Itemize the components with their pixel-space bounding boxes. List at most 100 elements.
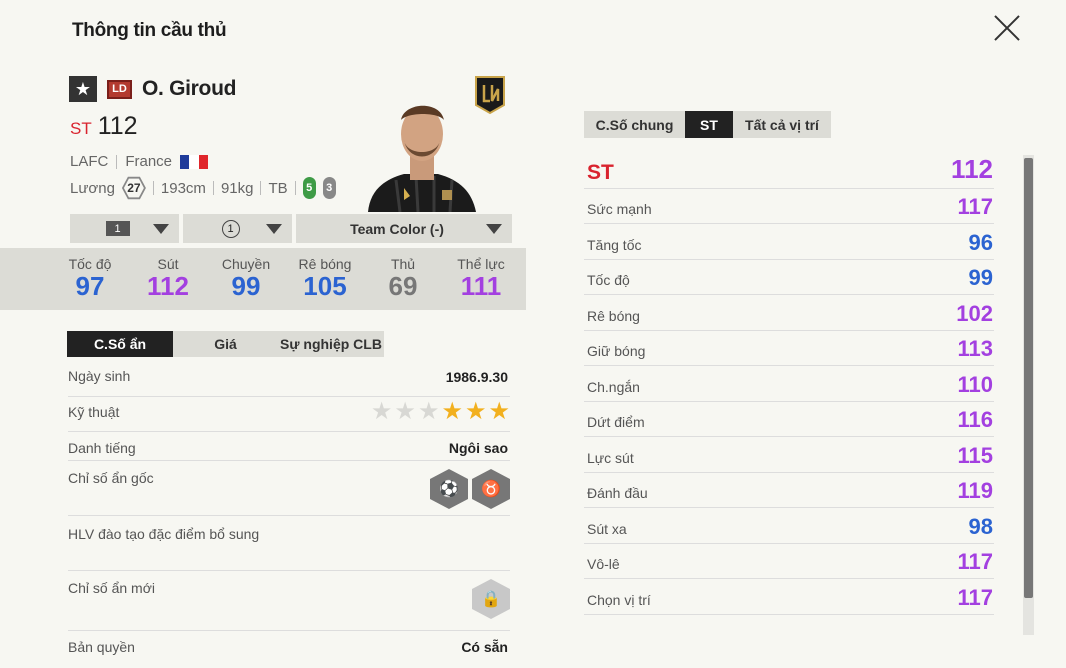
divider <box>116 154 118 169</box>
lock-icon[interactable]: 🔒 <box>472 579 510 619</box>
skill-label: Kỹ thuật <box>68 404 120 420</box>
stat-label: Sút <box>157 256 179 272</box>
attr-row: Đánh đầu 119 <box>584 473 994 508</box>
stat-physical: Thể lực 111 <box>436 256 526 300</box>
tab-price[interactable]: Giá <box>173 331 278 357</box>
salary-label: Lương <box>70 179 115 197</box>
attr-value: 117 <box>957 549 994 574</box>
player-ovr: 112 <box>97 112 138 140</box>
training-value: 1 <box>221 219 240 238</box>
tab-hidden-stats[interactable]: C.Số ẩn <box>67 331 173 357</box>
star-empty-icon: ★ <box>370 398 393 425</box>
attr-value: 115 <box>957 443 994 468</box>
player-name-row: ★ LD O. Giroud <box>69 76 236 102</box>
right-tab-bar: C.Số chung ST Tất cả vị trí <box>584 111 831 138</box>
stat-value: 112 <box>147 271 189 301</box>
tab-club-career[interactable]: Sự nghiệp CLB <box>278 331 384 357</box>
trait-bull-icon[interactable]: ♉ <box>472 469 510 509</box>
orig-traits-icons: ⚽ ♉ <box>430 469 510 509</box>
orig-traits-label: Chỉ số ẩn gốc <box>68 470 154 486</box>
dob-value: 1986.9.30 <box>445 369 508 385</box>
attr-row: Chọn vị trí 117 <box>584 579 994 615</box>
star-filled-icon: ★ <box>464 398 487 425</box>
stat-value: 97 <box>75 271 105 301</box>
attr-row: Tốc độ 99 <box>584 260 994 295</box>
weight: 91kg <box>220 179 254 197</box>
star-filled-icon: ★ <box>488 398 510 425</box>
stat-defending: Thủ 69 <box>358 256 448 300</box>
license-row: Bản quyền Có sẵn <box>68 631 510 665</box>
attr-value: 102 <box>956 301 993 326</box>
attr-label: Tốc độ <box>587 272 630 288</box>
orig-traits-row: Chỉ số ẩn gốc ⚽ ♉ <box>68 461 510 516</box>
season-badge: LD <box>107 79 132 99</box>
chevron-down-icon <box>153 223 169 234</box>
attr-value: 116 <box>957 407 994 432</box>
stat-dribbling: Rê bóng 105 <box>280 256 370 300</box>
license-value: Có sẵn <box>461 639 508 655</box>
attr-label: Vô-lê <box>587 556 620 572</box>
attr-row: Vô-lê 117 <box>584 544 994 579</box>
training-dropdown[interactable]: 1 <box>183 214 292 243</box>
star-empty-icon: ★ <box>394 398 416 425</box>
dob-row: Ngày sinh 1986.9.30 <box>68 362 510 397</box>
attr-label: Tăng tốc <box>587 237 642 253</box>
nation-name: France <box>125 153 173 170</box>
left-tab-bar: C.Số ẩn Giá Sự nghiệp CLB <box>67 331 384 357</box>
position-ovr: ST 112 <box>70 112 138 141</box>
attr-label: Ch.ngắn <box>587 379 640 395</box>
stat-value: 99 <box>231 271 261 301</box>
stat-passing: Chuyền 99 <box>201 256 291 300</box>
attr-value: 96 <box>968 230 993 255</box>
attr-label: Lực sút <box>587 450 634 466</box>
summary-stats: Tốc độ 97 Sút 112 Chuyền 99 Rê bóng 105 … <box>0 248 526 310</box>
stat-label: Rê bóng <box>298 256 352 272</box>
tab-all-positions[interactable]: Tất cả vị trí <box>733 111 831 138</box>
skill-row: Kỹ thuật ★ ★ ★ ★ ★ ★ <box>68 397 510 432</box>
attr-label: Rê bóng <box>587 308 640 324</box>
divider <box>152 181 154 195</box>
chevron-down-icon <box>266 223 282 234</box>
attr-row: Sút xa 98 <box>584 508 994 544</box>
attr-row: Rê bóng 102 <box>584 295 994 331</box>
attr-row: Sức mạnh 117 <box>584 189 994 224</box>
favorite-star-icon[interactable]: ★ <box>69 76 97 102</box>
scrollbar-thumb[interactable] <box>1024 158 1033 598</box>
divider <box>260 181 262 195</box>
level-dropdown[interactable]: 1 <box>70 214 179 243</box>
fame-value: Ngôi sao <box>448 440 508 456</box>
right-foot-icon: 3 <box>322 177 336 199</box>
salary-badge: 27 <box>121 176 146 200</box>
window-title: Thông tin cầu thủ <box>72 20 227 41</box>
star-empty-icon: ★ <box>417 398 440 425</box>
attr-label: Đánh đầu <box>587 485 648 501</box>
attr-label: Chọn vị trí <box>587 592 651 608</box>
attr-label: ST <box>587 161 614 184</box>
coach-row: HLV đào tạo đặc điểm bổ sung <box>68 516 510 571</box>
stat-label: Tốc độ <box>68 256 112 272</box>
stat-pace: Tốc độ 97 <box>45 256 135 300</box>
team-color-dropdown[interactable]: Team Color (-) <box>296 214 512 243</box>
tab-position-st[interactable]: ST <box>685 111 733 138</box>
close-icon[interactable] <box>990 11 1024 45</box>
attr-value: 119 <box>957 478 994 503</box>
new-traits-icons: 🔒 <box>472 579 510 619</box>
club-name: LAFC <box>70 153 109 170</box>
attr-label: Sức mạnh <box>587 201 652 217</box>
player-position: ST <box>70 119 92 138</box>
attr-value: 99 <box>968 265 993 290</box>
attr-row: Tăng tốc 96 <box>584 224 994 260</box>
body-type: TB <box>268 179 288 197</box>
dropdown-row: 1 1 Team Color (-) <box>70 214 512 243</box>
height: 193cm <box>160 179 206 197</box>
dob-label: Ngày sinh <box>68 368 131 384</box>
attr-value: 113 <box>957 336 994 361</box>
new-traits-label: Chỉ số ẩn mới <box>68 580 155 596</box>
attr-row: Ch.ngắn 110 <box>584 366 994 402</box>
lafc-club-logo-icon <box>475 76 505 115</box>
tab-general-stats[interactable]: C.Số chung <box>584 111 685 138</box>
stat-label: Thủ <box>390 256 416 272</box>
trait-finesse-icon[interactable]: ⚽ <box>430 469 468 509</box>
star-filled-icon: ★ <box>441 398 463 425</box>
attr-value: 110 <box>957 372 994 397</box>
